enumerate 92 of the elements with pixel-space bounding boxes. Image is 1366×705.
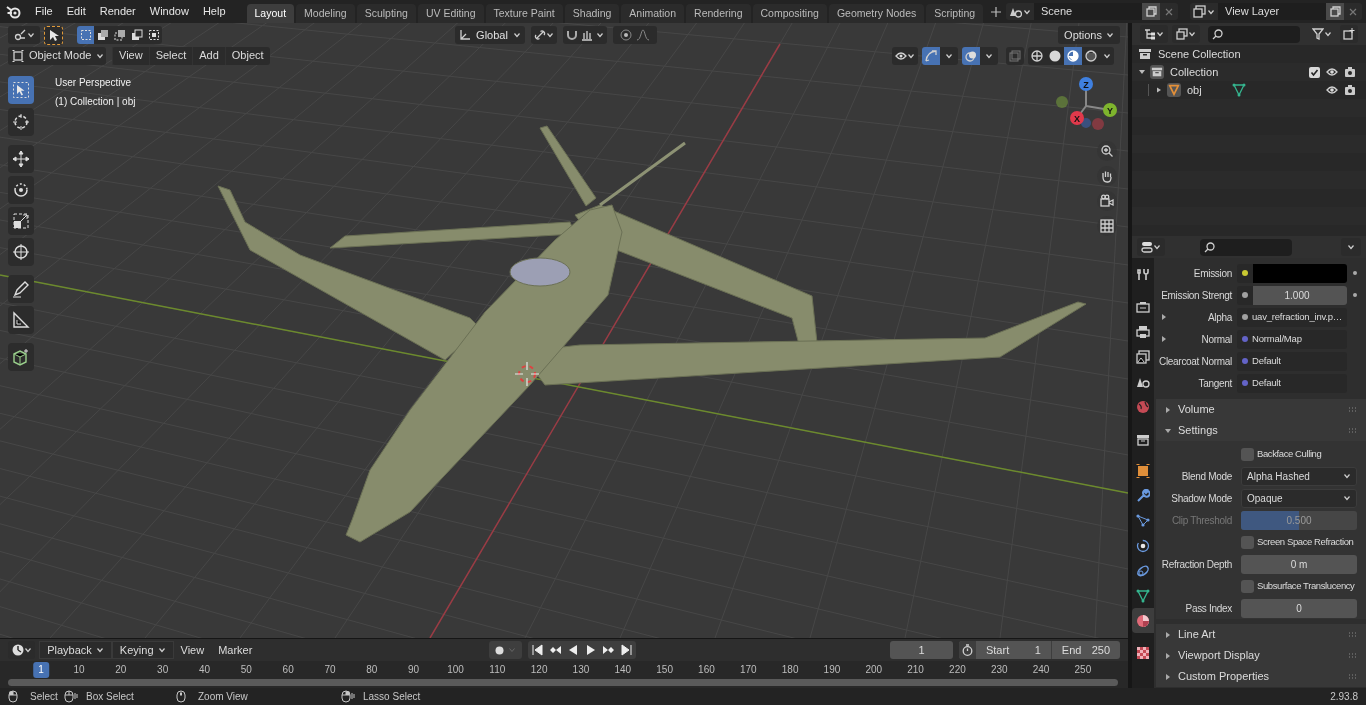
workspace-tab[interactable]: UV Editing [417,4,484,23]
workspace-tab[interactable]: Shading [564,4,620,23]
shortcut-hint: Box Select [86,690,134,704]
socket-field[interactable]: Default [1237,351,1347,371]
frame-number: 250 [1074,663,1092,677]
workspace-tab[interactable]: Rendering [686,4,751,23]
field-label: Tangent [1198,376,1232,391]
dropdown-field[interactable]: Opaque [1241,488,1357,508]
frame-number: 90 [408,663,420,677]
outliner-item[interactable]: Collection [1170,63,1219,81]
frame-number: 150 [656,663,673,677]
workspace-tab[interactable]: Scripting [926,4,984,23]
timeline-menu[interactable]: Keying [111,641,174,659]
shortcut-hint: Zoom View [198,690,248,704]
frame-number: 240 [1032,663,1050,677]
workspace-tab[interactable]: Animation [621,4,685,23]
field-label: Alpha [1207,310,1232,325]
frame-number: 40 [198,663,211,677]
outliner-item[interactable]: Scene Collection [1158,45,1241,63]
frame-number: 130 [572,663,590,677]
panel-header[interactable]: Volume [1178,401,1215,418]
frame-number: 200 [865,663,883,677]
viewport-title: User Perspective [55,76,133,90]
frame-number: 50 [240,663,252,677]
socket-field[interactable]: Default [1237,373,1347,393]
version-label: 2.93.8 [1330,690,1358,704]
frame-number: 120 [530,663,548,677]
name-field[interactable]: Scene [1034,3,1142,20]
dropdown-field[interactable]: Alpha Hashed [1241,466,1357,486]
field-label: Clip Threshold [1171,513,1232,528]
menu-item[interactable]: File [28,3,60,20]
frame-number: 30 [157,663,169,677]
viewport-menu[interactable]: View [112,46,149,65]
frame-number: 190 [823,663,841,677]
number-field[interactable]: 0 [1241,598,1357,618]
field-label: Shadow Mode [1171,491,1232,506]
current-frame-field[interactable]: 1 [890,641,953,659]
menu-item[interactable]: Window [142,3,196,20]
field-label: Normal [1201,332,1232,347]
field-label: Clearcoat Normal [1159,354,1232,369]
menu-item[interactable]: Edit [59,3,93,20]
frame-number: 140 [614,663,632,677]
timeline-menu[interactable]: View [173,641,212,659]
field-label: Emission [1193,266,1232,281]
shortcut-hint: Lasso Select [363,690,421,704]
frame-number: 170 [739,663,757,677]
panel-header[interactable]: Settings [1178,422,1218,439]
options-button[interactable]: Options [1058,26,1120,44]
workspace-tab[interactable]: Compositing [752,4,827,23]
orientation-dropdown[interactable]: Global [455,26,525,44]
workspace-tab[interactable]: Layout [246,4,295,23]
timeline-menu[interactable]: Playback [39,641,112,659]
outliner-item[interactable]: obj [1187,81,1202,99]
workspace-tab[interactable]: Texture Paint [485,4,563,23]
start-frame-field[interactable]: Start 1 [975,641,1052,659]
field-label: Blend Mode [1181,469,1232,484]
frame-number: 20 [115,663,127,677]
socket-field[interactable]: Normal/Map [1237,329,1347,349]
frame-number: 1 [33,662,49,678]
workspace-tab[interactable]: Modeling [296,4,355,23]
frame-number: 100 [447,663,464,677]
workspace-tab[interactable]: Geometry Nodes [828,4,925,23]
end-frame-field[interactable]: End 250 [1051,641,1120,659]
menu-item[interactable]: Render [92,3,143,20]
number-field[interactable]: 0 m [1241,554,1357,574]
menu-item[interactable]: Help [195,3,233,20]
frame-number: 210 [907,663,924,677]
frame-number: 10 [73,663,85,677]
mode-dropdown[interactable]: Object Mode [8,46,106,65]
frame-number: 70 [324,663,336,677]
frame-number: 220 [949,663,966,677]
socket-field[interactable]: 1.000 [1237,285,1347,305]
timeline-menu[interactable]: Marker [211,641,260,659]
frame-number: 60 [282,663,294,677]
viewport-context: (1) Collection | obj [55,95,136,109]
shortcut-hint: Select [30,690,58,704]
frame-number: 80 [366,663,378,677]
workspace-tab[interactable]: Sculpting [356,4,416,23]
name-field[interactable]: View Layer [1218,3,1326,20]
field-label: Refraction Depth [1161,557,1232,572]
field-label: Emission Strengt [1161,288,1232,303]
navigation-gizmo[interactable]: X Y Z [1050,73,1126,139]
frame-number: 110 [489,663,506,677]
frame-number: 160 [698,663,715,677]
viewport-menu[interactable]: Object [224,46,270,65]
socket-field[interactable]: uav_refraction_inv.p… [1237,307,1347,327]
panel-header[interactable]: Line Art [1178,626,1216,643]
viewport-menu[interactable]: Select [148,46,193,65]
field-label: Pass Index [1185,601,1232,616]
frame-number: 230 [990,663,1008,677]
frame-number: 180 [781,663,799,677]
viewport-menu[interactable]: Add [192,46,225,65]
